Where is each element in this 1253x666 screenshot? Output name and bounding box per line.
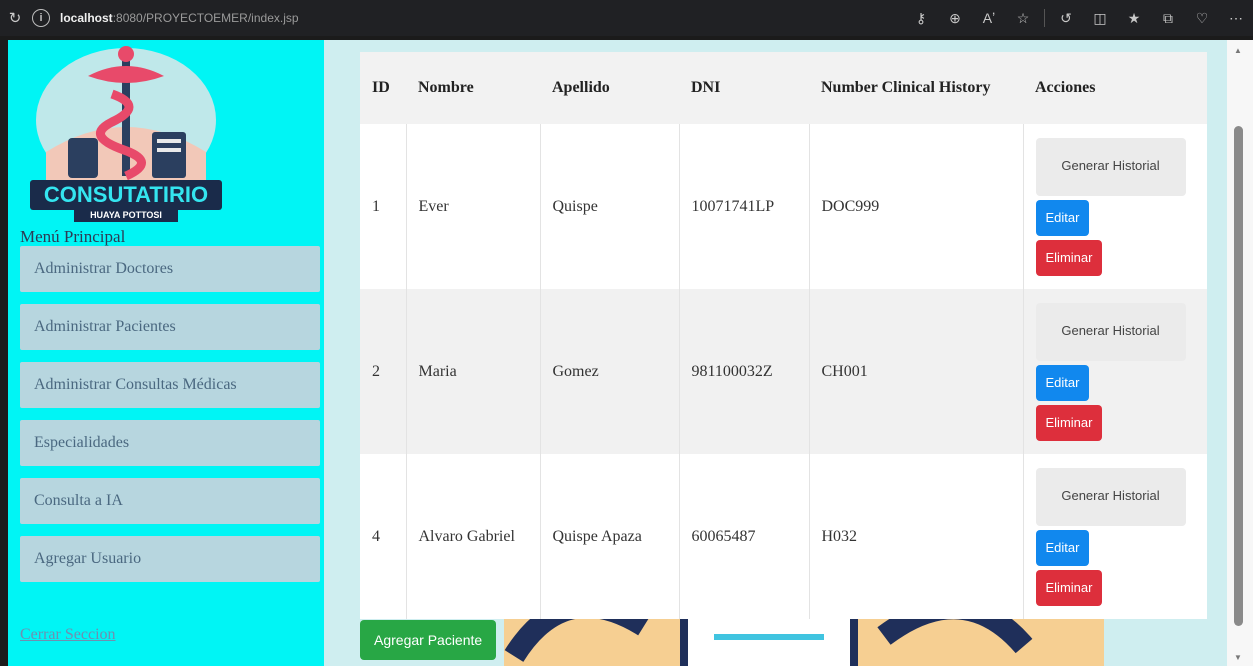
more-icon[interactable]: ⋯ bbox=[1219, 3, 1253, 33]
scroll-thumb[interactable] bbox=[1234, 126, 1243, 626]
delete-button[interactable]: Eliminar bbox=[1035, 239, 1103, 276]
table-row: 1 Ever Quispe 10071741LP DOC999 Generar … bbox=[360, 124, 1207, 289]
header-dni: DNI bbox=[679, 52, 809, 124]
cell-id: 1 bbox=[360, 124, 406, 289]
favorites-bar-icon[interactable]: ★ bbox=[1117, 3, 1151, 33]
url-host: localhost bbox=[60, 11, 113, 25]
generate-history-button[interactable]: Generar Historial bbox=[1035, 467, 1186, 526]
refresh-icon[interactable]: ↻ bbox=[0, 3, 30, 33]
favorite-icon[interactable]: ☆ bbox=[1006, 3, 1040, 33]
cell-dni: 60065487 bbox=[678, 454, 809, 619]
nav-doctores[interactable]: Administrar Doctores bbox=[20, 246, 320, 292]
cell-actions: Generar Historial Editar Eliminar bbox=[1022, 289, 1207, 454]
heart-icon[interactable]: ♡ bbox=[1185, 3, 1219, 33]
cell-apellido: Quispe bbox=[539, 124, 679, 289]
header-acciones: Acciones bbox=[1023, 52, 1207, 124]
split-screen-icon[interactable]: ◫ bbox=[1083, 3, 1117, 33]
generate-history-button[interactable]: Generar Historial bbox=[1035, 137, 1186, 196]
logo-subtitle: HUAYA POTTOSI bbox=[90, 210, 162, 220]
cell-history: H032 bbox=[808, 454, 1023, 619]
key-icon[interactable]: ⚷ bbox=[904, 3, 938, 33]
browser-toolbar: ↻ i localhost :8080/PROYECTOEMER/index.j… bbox=[0, 0, 1253, 36]
sidebar-nav: Administrar Doctores Administrar Pacient… bbox=[20, 246, 320, 594]
cell-nombre: Ever bbox=[405, 124, 540, 289]
scroll-down-icon[interactable]: ▼ bbox=[1234, 653, 1242, 662]
patients-table: ID Nombre Apellido DNI Number Clinical H… bbox=[360, 52, 1207, 619]
cell-history: CH001 bbox=[808, 289, 1023, 454]
cell-apellido: Gomez bbox=[539, 289, 679, 454]
cell-nombre: Alvaro Gabriel bbox=[405, 454, 540, 619]
sidebar: CONSUTATIRIO HUAYA POTTOSI Menú Principa… bbox=[8, 40, 324, 666]
nav-especialidades[interactable]: Especialidades bbox=[20, 420, 320, 466]
edit-button[interactable]: Editar bbox=[1035, 529, 1090, 566]
cell-dni: 981100032Z bbox=[678, 289, 809, 454]
logo: CONSUTATIRIO HUAYA POTTOSI bbox=[28, 42, 224, 222]
cell-actions: Generar Historial Editar Eliminar bbox=[1022, 124, 1207, 289]
url-path: :8080/PROYECTOEMER/index.jsp bbox=[112, 11, 299, 25]
main-content: ID Nombre Apellido DNI Number Clinical H… bbox=[324, 40, 1227, 666]
logo-title: CONSUTATIRIO bbox=[44, 182, 208, 207]
collections-icon[interactable]: ⧉ bbox=[1151, 3, 1185, 33]
cell-history: DOC999 bbox=[808, 124, 1023, 289]
delete-button[interactable]: Eliminar bbox=[1035, 404, 1103, 441]
nav-pacientes[interactable]: Administrar Pacientes bbox=[20, 304, 320, 350]
table-row: 2 Maria Gomez 981100032Z CH001 Generar H… bbox=[360, 289, 1207, 454]
header-id: ID bbox=[360, 52, 406, 124]
header-nombre: Nombre bbox=[406, 52, 540, 124]
cell-actions: Generar Historial Editar Eliminar bbox=[1022, 454, 1207, 619]
logout-link[interactable]: Cerrar Seccion bbox=[20, 626, 116, 644]
zoom-icon[interactable]: ⊕ bbox=[938, 3, 972, 33]
address-bar[interactable]: i localhost :8080/PROYECTOEMER/index.jsp bbox=[32, 4, 672, 32]
add-patient-button[interactable]: Agregar Paciente bbox=[360, 620, 497, 660]
nav-consulta-ia[interactable]: Consulta a IA bbox=[20, 478, 320, 524]
toolbar-divider bbox=[1044, 9, 1045, 27]
nav-consultas[interactable]: Administrar Consultas Médicas bbox=[20, 362, 320, 408]
generate-history-button[interactable]: Generar Historial bbox=[1035, 302, 1186, 361]
menu-title: Menú Principal bbox=[20, 227, 126, 246]
cell-dni: 10071741LP bbox=[678, 124, 809, 289]
cell-apellido: Quispe Apaza bbox=[539, 454, 679, 619]
extension-icon[interactable]: ↺ bbox=[1049, 3, 1083, 33]
nav-agregar-usuario[interactable]: Agregar Usuario bbox=[20, 536, 320, 582]
info-icon[interactable]: i bbox=[32, 9, 50, 27]
edit-button[interactable]: Editar bbox=[1035, 199, 1090, 236]
scrollbar[interactable]: ▲ ▼ bbox=[1227, 40, 1253, 666]
read-aloud-icon[interactable]: Aʼ bbox=[972, 3, 1006, 33]
cell-id: 2 bbox=[360, 289, 406, 454]
cell-id: 4 bbox=[360, 454, 406, 619]
table-row: 4 Alvaro Gabriel Quispe Apaza 60065487 H… bbox=[360, 454, 1207, 619]
page: CONSUTATIRIO HUAYA POTTOSI Menú Principa… bbox=[8, 40, 1227, 666]
delete-button[interactable]: Eliminar bbox=[1035, 569, 1103, 606]
header-apellido: Apellido bbox=[540, 52, 679, 124]
header-history: Number Clinical History bbox=[809, 52, 1023, 124]
cell-nombre: Maria bbox=[405, 289, 540, 454]
edit-button[interactable]: Editar bbox=[1035, 364, 1090, 401]
scroll-up-icon[interactable]: ▲ bbox=[1234, 46, 1242, 55]
table-header-row: ID Nombre Apellido DNI Number Clinical H… bbox=[360, 52, 1207, 124]
